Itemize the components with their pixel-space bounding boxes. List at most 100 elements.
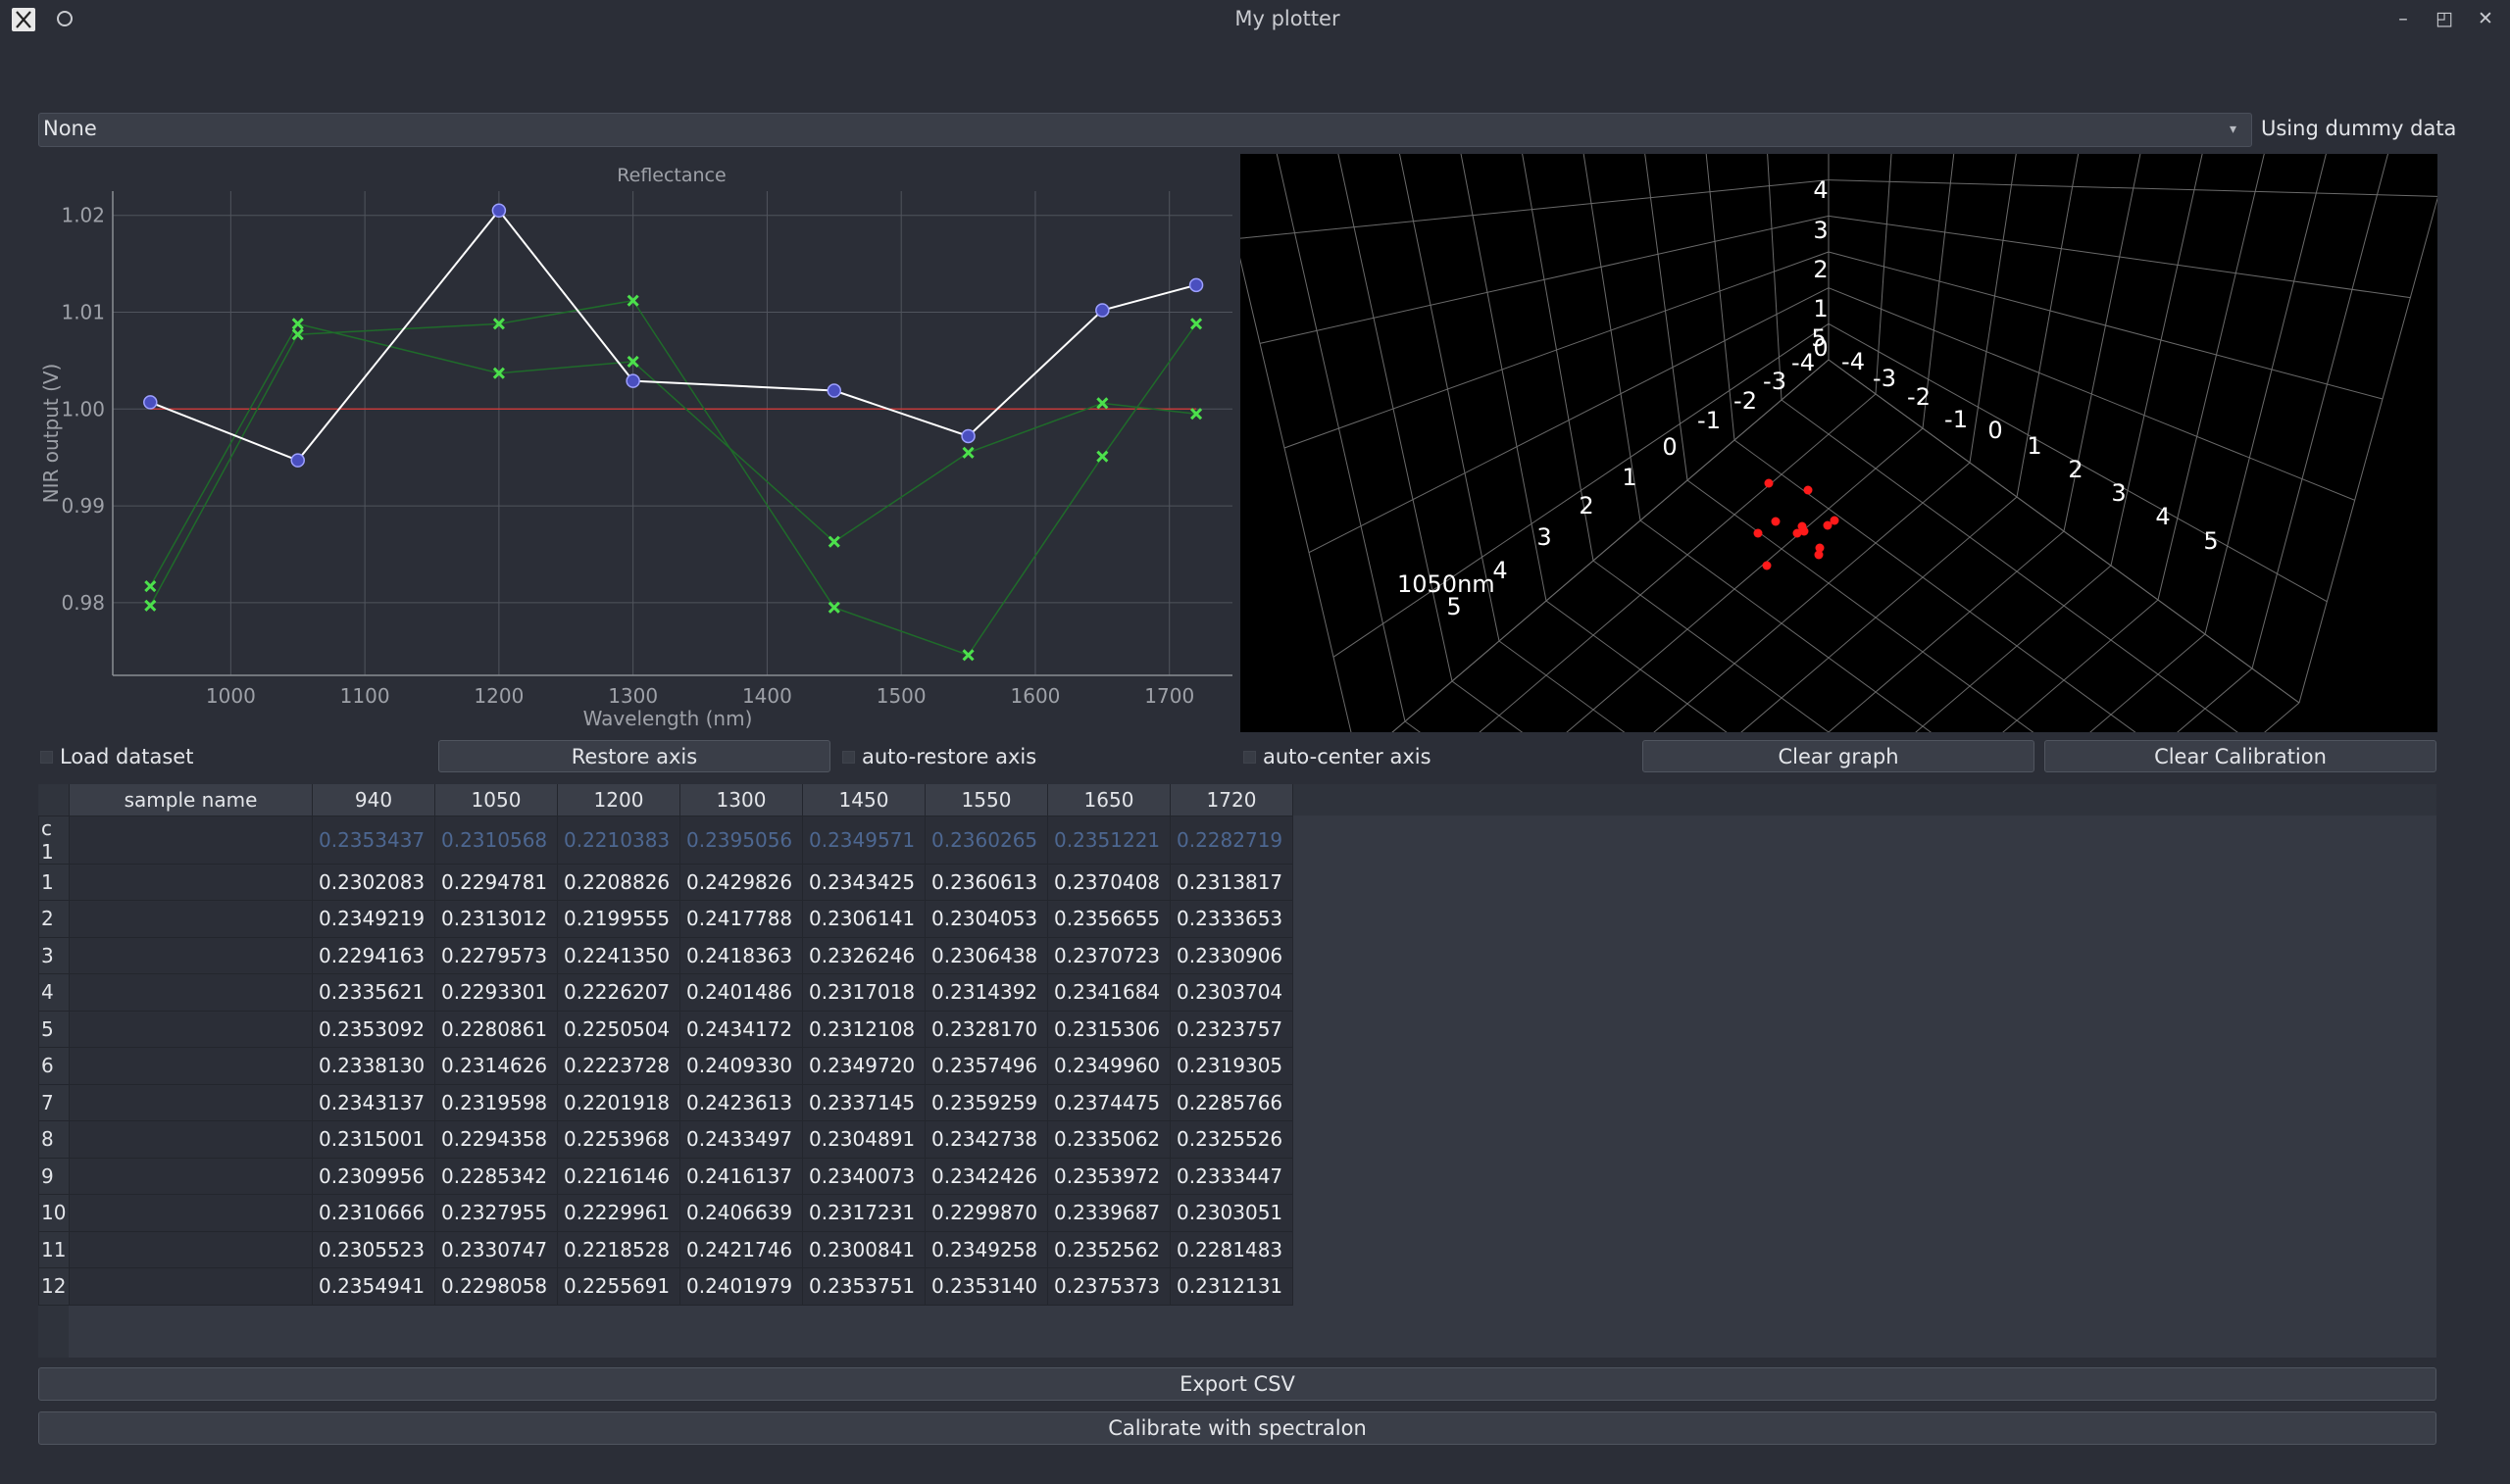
scatter-3d-view[interactable]: 432105-4-3-2-1012345-4-3-2-1 0123451050nm xyxy=(1240,154,2437,732)
value-cell[interactable]: 0.2353972 xyxy=(1047,1157,1171,1195)
value-cell[interactable]: 0.2353092 xyxy=(312,1010,435,1048)
value-cell[interactable]: 0.2416137 xyxy=(679,1157,803,1195)
table-row[interactable]: 4 0.2335621 0.2293301 0.2226207 0.2401486 0.2… xyxy=(38,973,1293,1012)
value-cell[interactable]: 0.2349720 xyxy=(802,1047,926,1085)
value-cell[interactable]: 0.2294163 xyxy=(312,936,435,974)
table-row[interactable]: 11 0.2305523 0.2330747 0.2218528 0.2421746 0.… xyxy=(38,1230,1293,1268)
sample-name-cell[interactable] xyxy=(69,1157,313,1195)
value-cell[interactable]: 0.2342738 xyxy=(925,1120,1048,1159)
value-cell[interactable]: 0.2280861 xyxy=(434,1010,558,1048)
column-header-1200[interactable]: 1200 xyxy=(557,784,680,816)
table-row[interactable]: 8 0.2315001 0.2294358 0.2253968 0.2433497 0.2… xyxy=(38,1120,1293,1159)
value-cell[interactable]: 0.2241350 xyxy=(557,936,680,974)
value-cell[interactable]: 0.2359259 xyxy=(925,1083,1048,1121)
value-cell[interactable]: 0.2360265 xyxy=(925,815,1048,865)
sample-name-cell[interactable] xyxy=(69,936,313,974)
value-cell[interactable]: 0.2309956 xyxy=(312,1157,435,1195)
row-header[interactable]: 3 xyxy=(38,936,70,974)
value-cell[interactable]: 0.2340073 xyxy=(802,1157,926,1195)
row-header[interactable]: 6 xyxy=(38,1047,70,1085)
value-cell[interactable]: 0.2343425 xyxy=(802,863,926,901)
column-header-1720[interactable]: 1720 xyxy=(1170,784,1293,816)
sample-name-cell[interactable] xyxy=(69,1083,313,1121)
export-csv-button[interactable]: Export CSV xyxy=(38,1367,2436,1401)
value-cell[interactable]: 0.2356655 xyxy=(1047,900,1171,938)
value-cell[interactable]: 0.2337145 xyxy=(802,1083,926,1121)
minimize-icon[interactable]: – xyxy=(2390,6,2416,31)
sample-name-cell[interactable] xyxy=(69,815,313,865)
source-select[interactable] xyxy=(38,113,2252,147)
value-cell[interactable]: 0.2255691 xyxy=(557,1267,680,1306)
auto-center-axis-checkbox[interactable] xyxy=(1243,751,1256,764)
value-cell[interactable]: 0.2330906 xyxy=(1170,936,1293,974)
value-cell[interactable]: 0.2312108 xyxy=(802,1010,926,1048)
restore-axis-button[interactable]: Restore axis xyxy=(438,740,830,772)
value-cell[interactable]: 0.2293301 xyxy=(434,973,558,1012)
row-header[interactable]: 8 xyxy=(38,1120,70,1159)
value-cell[interactable]: 0.2253968 xyxy=(557,1120,680,1159)
calibrate-spectralon-button[interactable]: Calibrate with spectralon xyxy=(38,1411,2436,1445)
value-cell[interactable]: 0.2218528 xyxy=(557,1230,680,1268)
table-row[interactable]: 6 0.2338130 0.2314626 0.2223728 0.2409330 0.2… xyxy=(38,1047,1293,1085)
value-cell[interactable]: 0.2279573 xyxy=(434,936,558,974)
column-header-1300[interactable]: 1300 xyxy=(679,784,803,816)
value-cell[interactable]: 0.2349258 xyxy=(925,1230,1048,1268)
value-cell[interactable]: 0.2314626 xyxy=(434,1047,558,1085)
value-cell[interactable]: 0.2421746 xyxy=(679,1230,803,1268)
value-cell[interactable]: 0.2323757 xyxy=(1170,1010,1293,1048)
sample-name-cell[interactable] xyxy=(69,973,313,1012)
value-cell[interactable]: 0.2315306 xyxy=(1047,1010,1171,1048)
value-cell[interactable]: 0.2303051 xyxy=(1170,1194,1293,1232)
value-cell[interactable]: 0.2429826 xyxy=(679,863,803,901)
value-cell[interactable]: 0.2300841 xyxy=(802,1230,926,1268)
value-cell[interactable]: 0.2330747 xyxy=(434,1230,558,1268)
value-cell[interactable]: 0.2351221 xyxy=(1047,815,1171,865)
value-cell[interactable]: 0.2208826 xyxy=(557,863,680,901)
value-cell[interactable]: 0.2304053 xyxy=(925,900,1048,938)
value-cell[interactable]: 0.2353437 xyxy=(312,815,435,865)
calibration-row[interactable]: c 1 0.2353437 0.2310568 0.2210383 0.2395056 0… xyxy=(38,815,1293,865)
value-cell[interactable]: 0.2406639 xyxy=(679,1194,803,1232)
row-header[interactable]: 7 xyxy=(38,1083,70,1121)
load-dataset-checkbox[interactable] xyxy=(40,751,53,764)
value-cell[interactable]: 0.2250504 xyxy=(557,1010,680,1048)
sample-name-cell[interactable] xyxy=(69,1120,313,1159)
value-cell[interactable]: 0.2285342 xyxy=(434,1157,558,1195)
value-cell[interactable]: 0.2343137 xyxy=(312,1083,435,1121)
row-header[interactable]: 11 xyxy=(38,1230,70,1268)
value-cell[interactable]: 0.2319305 xyxy=(1170,1047,1293,1085)
close-icon[interactable]: ✕ xyxy=(2473,6,2498,31)
value-cell[interactable]: 0.2375373 xyxy=(1047,1267,1171,1306)
value-cell[interactable]: 0.2395056 xyxy=(679,815,803,865)
value-cell[interactable]: 0.2417788 xyxy=(679,900,803,938)
row-header[interactable]: 2 xyxy=(38,900,70,938)
column-header-sample-name[interactable]: sample name xyxy=(69,784,313,816)
table-row[interactable]: 3 0.2294163 0.2279573 0.2241350 0.2418363 0.2… xyxy=(38,936,1293,974)
value-cell[interactable]: 0.2370408 xyxy=(1047,863,1171,901)
value-cell[interactable]: 0.2312131 xyxy=(1170,1267,1293,1306)
value-cell[interactable]: 0.2326246 xyxy=(802,936,926,974)
value-cell[interactable]: 0.2306141 xyxy=(802,900,926,938)
value-cell[interactable]: 0.2328170 xyxy=(925,1010,1048,1048)
value-cell[interactable]: 0.2353751 xyxy=(802,1267,926,1306)
value-cell[interactable]: 0.2229961 xyxy=(557,1194,680,1232)
value-cell[interactable]: 0.2285766 xyxy=(1170,1083,1293,1121)
value-cell[interactable]: 0.2314392 xyxy=(925,973,1048,1012)
auto-restore-axis-checkbox[interactable] xyxy=(842,751,855,764)
clear-calibration-button[interactable]: Clear Calibration xyxy=(2044,740,2436,772)
value-cell[interactable]: 0.2401486 xyxy=(679,973,803,1012)
value-cell[interactable]: 0.2319598 xyxy=(434,1083,558,1121)
value-cell[interactable]: 0.2223728 xyxy=(557,1047,680,1085)
value-cell[interactable]: 0.2199555 xyxy=(557,900,680,938)
value-cell[interactable]: 0.2352562 xyxy=(1047,1230,1171,1268)
value-cell[interactable]: 0.2327955 xyxy=(434,1194,558,1232)
table-row[interactable]: 9 0.2309956 0.2285342 0.2216146 0.2416137 0.2… xyxy=(38,1157,1293,1195)
value-cell[interactable]: 0.2226207 xyxy=(557,973,680,1012)
value-cell[interactable]: 0.2310666 xyxy=(312,1194,435,1232)
value-cell[interactable]: 0.2374475 xyxy=(1047,1083,1171,1121)
row-header[interactable]: 1 xyxy=(38,863,70,901)
value-cell[interactable]: 0.2310568 xyxy=(434,815,558,865)
value-cell[interactable]: 0.2349571 xyxy=(802,815,926,865)
table-row[interactable]: 7 0.2343137 0.2319598 0.2201918 0.2423613 0.2… xyxy=(38,1083,1293,1121)
value-cell[interactable]: 0.2341684 xyxy=(1047,973,1171,1012)
